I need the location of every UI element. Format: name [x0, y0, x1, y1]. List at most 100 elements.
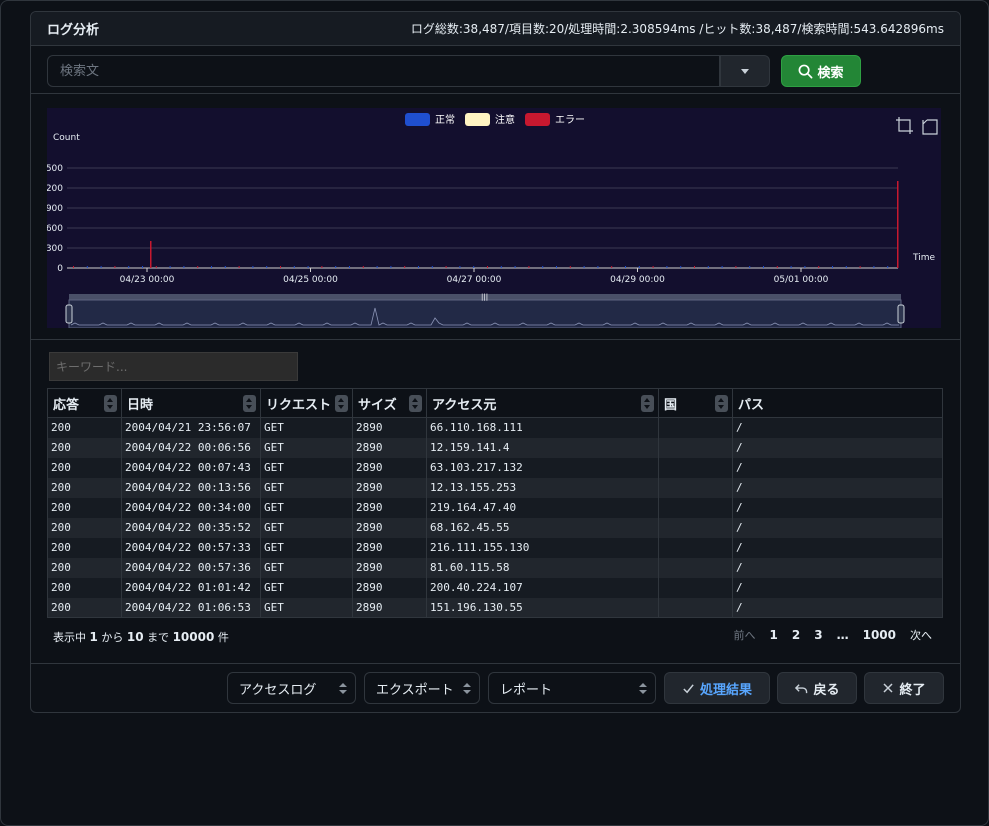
- table-row[interactable]: 200 2004/04/22 00:07:43 GET 2890 63.103.217.…: [47, 457, 943, 478]
- log-type-select[interactable]: アクセスログ: [227, 672, 356, 704]
- report-select[interactable]: レポート: [488, 672, 656, 704]
- sort-icon[interactable]: [641, 395, 654, 412]
- table-row[interactable]: 200 2004/04/22 00:57:33 GET 2890 216.111.155…: [47, 537, 943, 558]
- export-select[interactable]: エクスポート: [364, 672, 480, 704]
- minor-bar: [763, 266, 764, 268]
- error-spike-bar[interactable]: [150, 241, 152, 268]
- x-tick-label: 04/27 00:00: [447, 275, 502, 285]
- process-result-button[interactable]: 処理結果: [664, 672, 770, 704]
- column-header-path[interactable]: パス: [732, 388, 943, 418]
- error-spike-bar[interactable]: [897, 181, 899, 268]
- pagination-page-3[interactable]: 3: [814, 628, 822, 642]
- column-header-datetime[interactable]: 日時: [121, 388, 261, 418]
- table-cell: [658, 457, 733, 478]
- y-tick-label: 900: [47, 204, 63, 214]
- search-input[interactable]: [47, 55, 720, 87]
- table-row[interactable]: 200 2004/04/22 00:06:56 GET 2890 12.159.141.…: [47, 437, 943, 458]
- minor-bar: [390, 266, 392, 268]
- table-row[interactable]: 200 2004/04/22 00:57:36 GET 2890 81.60.115.5…: [47, 557, 943, 578]
- column-header-request[interactable]: リクエスト: [260, 388, 353, 418]
- minor-bar: [625, 266, 626, 268]
- sort-icon[interactable]: [409, 395, 422, 412]
- slider-right-handle[interactable]: [897, 304, 905, 324]
- slider-grip-icon[interactable]: |||: [481, 293, 488, 301]
- minor-bar: [73, 266, 74, 268]
- sort-icon[interactable]: [335, 395, 348, 412]
- table-cell: 2004/04/22 00:06:56: [121, 437, 261, 458]
- time-chart[interactable]: 正常 注意 エラー Count Time 0300600900200500 04…: [47, 108, 941, 328]
- minor-bar: [569, 266, 571, 268]
- table-row[interactable]: 200 2004/04/22 01:06:53 GET 2890 151.196.130…: [47, 597, 943, 618]
- minor-bar: [404, 266, 406, 268]
- pagination-page-1[interactable]: 1: [770, 628, 778, 642]
- table-cell: 200: [47, 577, 122, 598]
- sort-icon[interactable]: [104, 395, 117, 412]
- y-tick-label: 300: [47, 244, 63, 254]
- minor-bar: [169, 266, 171, 268]
- legend-label-normal[interactable]: 正常: [435, 113, 455, 126]
- minor-bar: [583, 266, 585, 268]
- minor-bar: [845, 266, 847, 268]
- table-cell: /: [732, 477, 943, 498]
- table-cell: 151.196.130.55: [426, 597, 659, 618]
- table-cell: 2004/04/22 00:57:36: [121, 557, 261, 578]
- legend-label-warning[interactable]: 注意: [495, 113, 515, 126]
- minor-bar: [818, 266, 820, 268]
- slider-left-handle[interactable]: [65, 304, 73, 324]
- close-icon: [883, 683, 894, 693]
- table-cell: 2004/04/22 00:13:56: [121, 477, 261, 498]
- table-cell: 216.111.155.130: [426, 537, 659, 558]
- minor-bar: [238, 266, 240, 268]
- minor-bar: [887, 266, 889, 268]
- pagination-page-2[interactable]: 2: [792, 628, 800, 642]
- chart-area[interactable]: 正常 注意 エラー Count Time 0 300 600 900 200 500: [47, 108, 941, 328]
- table-row[interactable]: 200 2004/04/21 23:56:07 GET 2890 66.110.168.…: [47, 417, 943, 438]
- search-row: 検索: [47, 54, 947, 87]
- legend-swatch-normal: [405, 113, 430, 126]
- sort-icon[interactable]: [715, 395, 728, 412]
- table-cell: 66.110.168.111: [426, 417, 659, 438]
- select-arrows-icon: [463, 683, 471, 695]
- range-slider[interactable]: |||: [65, 293, 905, 328]
- sort-icon[interactable]: [243, 395, 256, 412]
- column-header-status[interactable]: 応答: [47, 388, 122, 418]
- table-cell: [658, 417, 733, 438]
- table-cell: 200: [47, 437, 122, 458]
- table-row[interactable]: 200 2004/04/22 00:13:56 GET 2890 12.13.155.2…: [47, 477, 943, 498]
- back-button[interactable]: 戻る: [777, 672, 857, 704]
- table-row[interactable]: 200 2004/04/22 00:34:00 GET 2890 219.164.47.…: [47, 497, 943, 518]
- table-row[interactable]: 200 2004/04/22 01:01:42 GET 2890 200.40.224.…: [47, 577, 943, 598]
- y-tick-label: 600: [47, 224, 63, 234]
- table-cell: GET: [260, 597, 353, 618]
- minor-bar: [183, 266, 185, 268]
- legend-label-error[interactable]: エラー: [555, 114, 585, 126]
- table-row[interactable]: 200 2004/04/22 00:35:52 GET 2890 68.162.45.5…: [47, 517, 943, 538]
- minor-bar: [211, 266, 212, 268]
- table-cell: [658, 477, 733, 498]
- table-cell: /: [732, 497, 943, 518]
- minor-bar: [445, 266, 447, 268]
- table-cell: GET: [260, 557, 353, 578]
- column-header-source[interactable]: アクセス元: [426, 388, 659, 418]
- x-tick-label: 04/25 00:00: [283, 275, 338, 285]
- select-arrows-icon: [639, 683, 647, 695]
- legend-swatch-error: [525, 113, 550, 126]
- table-cell: 2004/04/22 00:35:52: [121, 517, 261, 538]
- legend-swatch-warning: [465, 113, 490, 126]
- zoom-reset-icon[interactable]: [922, 119, 938, 135]
- table-cell: 200: [47, 557, 122, 578]
- table-cell: GET: [260, 477, 353, 498]
- search-button[interactable]: 検索: [781, 55, 861, 87]
- minor-bar: [100, 266, 102, 268]
- pagination-page-last[interactable]: 1000: [863, 628, 896, 642]
- zoom-select-icon[interactable]: [896, 117, 913, 134]
- search-options-dropdown[interactable]: [720, 55, 770, 87]
- column-header-country[interactable]: 国: [658, 388, 733, 418]
- chart-legend[interactable]: 正常 注意 エラー: [405, 113, 585, 126]
- pagination-next[interactable]: 次へ: [910, 627, 932, 643]
- panel-title: ログ分析: [47, 23, 100, 38]
- column-header-size[interactable]: サイズ: [352, 388, 427, 418]
- stats-summary: ログ総数:38,487/項目数:20/処理時間:2.308594ms /ヒット数…: [410, 22, 944, 36]
- keyword-filter-input[interactable]: [49, 352, 298, 381]
- close-button[interactable]: 終了: [864, 672, 944, 704]
